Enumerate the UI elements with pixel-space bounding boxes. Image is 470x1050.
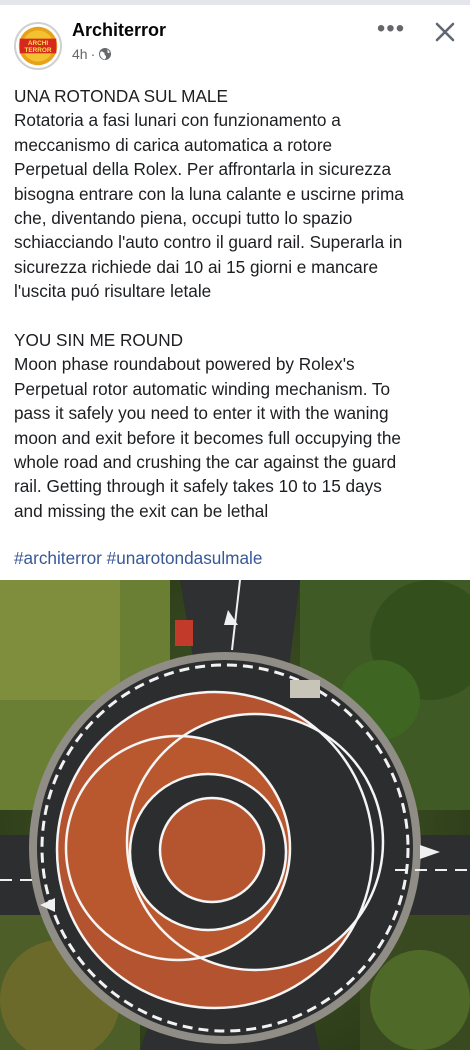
globe-icon: [98, 47, 112, 61]
post-line: Rotatoria a fasi lunari con funzionament…: [14, 110, 341, 131]
post-line: and missing the exit can be lethal: [14, 500, 269, 521]
post-header: ARCHI TERROR Architerror 4h · •••: [0, 5, 470, 75]
avatar-text-bottom: TERROR: [24, 47, 51, 54]
post-line: che, diventando piena, occupi tutto lo s…: [14, 208, 353, 229]
roundabout-aerial-image: [0, 580, 470, 1050]
post-line: meccanismo di carica automatica a rotore: [14, 134, 333, 155]
post-line: pass it safely you need to enter it with…: [14, 403, 389, 424]
post-line: whole road and crushing the car against …: [14, 452, 397, 473]
post-line: sicurezza richiede dai 10 ai 15 giorni e…: [14, 256, 379, 277]
avatar-text-top: ARCHI: [28, 40, 49, 47]
post-line: rail. Getting through it safely takes 10…: [14, 476, 382, 497]
post-line: schiacciando l'auto contro il guard rail…: [14, 232, 403, 253]
hashtag-link[interactable]: #architerror: [14, 548, 102, 568]
post-line: bisogna entrare con la luna calante e us…: [14, 183, 404, 204]
post-line: Perpetual rotor automatic winding mechan…: [14, 378, 391, 399]
page-avatar[interactable]: ARCHI TERROR: [14, 22, 62, 70]
post-body: UNA ROTONDA SUL MALE Rotatoria a fasi lu…: [14, 84, 460, 523]
close-button[interactable]: [430, 17, 460, 47]
post-line: Moon phase roundabout powered by Rolex's: [14, 354, 355, 375]
post-line: Perpetual della Rolex. Per affrontarla i…: [14, 159, 392, 180]
hashtag-link[interactable]: #unarotondasulmale: [107, 548, 263, 568]
post-title-en: YOU SIN ME ROUND: [14, 330, 184, 351]
more-options-button[interactable]: •••: [376, 17, 406, 41]
close-icon: [435, 22, 455, 42]
author-name[interactable]: Architerror: [72, 20, 166, 41]
post-line: moon and exit before it becomes full occ…: [14, 427, 401, 448]
more-horizontal-icon: •••: [376, 15, 406, 42]
post-photo[interactable]: [0, 580, 470, 1050]
post-line: l'uscita puó risultare letale: [14, 281, 212, 302]
post-time[interactable]: 4h: [72, 46, 88, 62]
post-title-it: UNA ROTONDA SUL MALE: [14, 86, 228, 106]
post-meta: 4h ·: [72, 46, 112, 62]
hashtags: #architerror #unarotondasulmale: [14, 546, 262, 570]
